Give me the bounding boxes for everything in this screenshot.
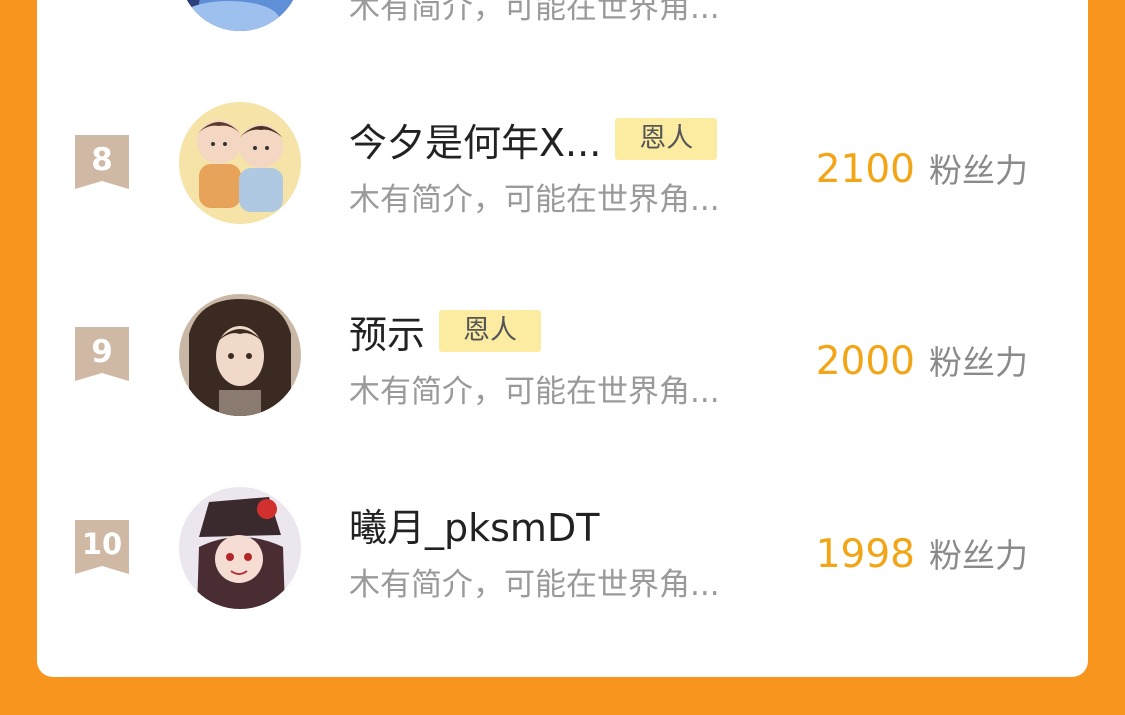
ranking-row-partial[interactable]: 木有简介，可能在世界角...	[37, 0, 1088, 110]
fan-power: 2000 粉丝力	[816, 336, 1028, 384]
name-line: 今夕是何年X... 恩人	[349, 112, 718, 167]
avatar[interactable]	[179, 487, 301, 609]
user-intro: 木有简介，可能在世界角...	[349, 374, 720, 410]
fan-power: 1998 粉丝力	[816, 529, 1028, 577]
user-intro: 木有简介，可能在世界角...	[349, 182, 720, 218]
fan-power-value: 2100	[815, 147, 915, 192]
rank-number: 9	[91, 334, 113, 370]
status-badge: 恩人	[439, 310, 542, 352]
fan-power: 2100 粉丝力	[816, 144, 1028, 192]
fan-power-unit: 粉丝力	[929, 536, 1028, 575]
fan-power-value: 1998	[815, 532, 915, 577]
name-line: 曦月_pksmDT	[349, 497, 599, 552]
user-intro: 木有简介，可能在世界角...	[349, 0, 720, 26]
rank-badge: 10	[75, 520, 129, 574]
rank-badge: 8	[75, 135, 129, 189]
name-line: 预示 恩人	[349, 304, 542, 359]
rank-badge: 9	[75, 327, 129, 381]
fan-power-unit: 粉丝力	[929, 343, 1028, 382]
user-name[interactable]: 预示	[349, 304, 425, 359]
fan-power-unit: 粉丝力	[929, 151, 1028, 190]
status-badge: 恩人	[615, 118, 718, 160]
rank-number: 8	[91, 142, 113, 178]
rank-number: 10	[81, 527, 123, 561]
ranking-card: 木有简介，可能在世界角... 8 今夕是何年X... 恩人 木有简介，可能在世界…	[37, 0, 1088, 677]
fan-power-value: 2000	[815, 339, 915, 384]
user-intro: 木有简介，可能在世界角...	[349, 567, 720, 603]
ranking-row[interactable]: 9 预示 恩人 木有简介，可能在世界角... 2000 粉丝力	[37, 294, 1088, 434]
user-name[interactable]: 曦月_pksmDT	[349, 497, 599, 552]
ranking-row[interactable]: 10 曦月_pksmDT 木有简介，可能在世界角... 1998 粉丝力	[37, 487, 1088, 627]
avatar[interactable]	[179, 294, 301, 416]
user-name[interactable]: 今夕是何年X...	[349, 112, 601, 167]
avatar[interactable]	[179, 0, 301, 31]
ranking-row[interactable]: 8 今夕是何年X... 恩人 木有简介，可能在世界角... 2100 粉丝力	[37, 102, 1088, 242]
avatar[interactable]	[179, 102, 301, 224]
